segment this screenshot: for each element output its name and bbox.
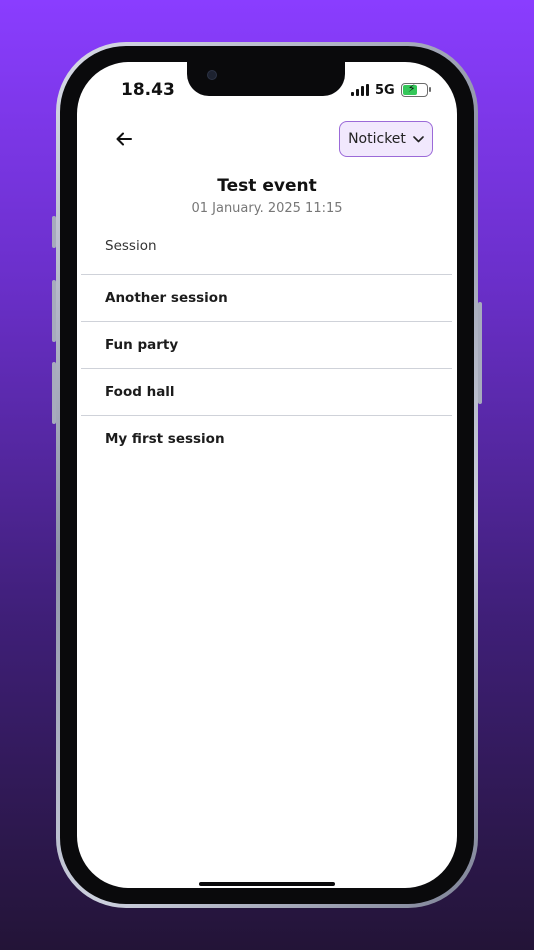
chevron-down-icon <box>413 135 424 142</box>
phone-volume-down <box>52 362 56 424</box>
phone-power-button <box>478 302 482 404</box>
front-camera <box>207 70 217 80</box>
list-item[interactable]: Fun party <box>81 321 452 368</box>
event-title: Test event <box>217 176 317 196</box>
status-time: 18.43 <box>121 80 175 100</box>
sessions-heading: Session <box>105 238 157 254</box>
ticket-select[interactable]: Noticket <box>339 121 433 157</box>
signal-icon <box>351 84 369 96</box>
app-screen: 18.43 5G ⚡ Noticket Test event 01 Januar… <box>77 62 457 888</box>
arrow-left-icon <box>116 132 132 146</box>
list-item[interactable]: My first session <box>81 415 452 462</box>
session-label: My first session <box>105 431 225 447</box>
list-item[interactable]: Food hall <box>81 368 452 415</box>
list-item[interactable]: Another session <box>81 274 452 321</box>
session-list: Another session Fun party Food hall My f… <box>81 274 452 462</box>
phone-silent-switch <box>52 216 56 248</box>
battery-icon: ⚡ <box>400 82 431 97</box>
back-button[interactable] <box>109 124 139 154</box>
session-label: Another session <box>105 290 228 306</box>
charging-bolt-icon: ⚡ <box>407 82 416 95</box>
session-label: Fun party <box>105 337 179 353</box>
notch <box>187 62 345 96</box>
ticket-select-value: Noticket <box>348 131 406 147</box>
status-indicators: 5G ⚡ <box>351 82 431 98</box>
phone-volume-up <box>52 280 56 342</box>
session-label: Food hall <box>105 384 175 400</box>
home-indicator[interactable] <box>199 882 335 886</box>
network-type: 5G <box>375 82 395 98</box>
event-datetime: 01 January. 2025 11:15 <box>191 201 343 216</box>
